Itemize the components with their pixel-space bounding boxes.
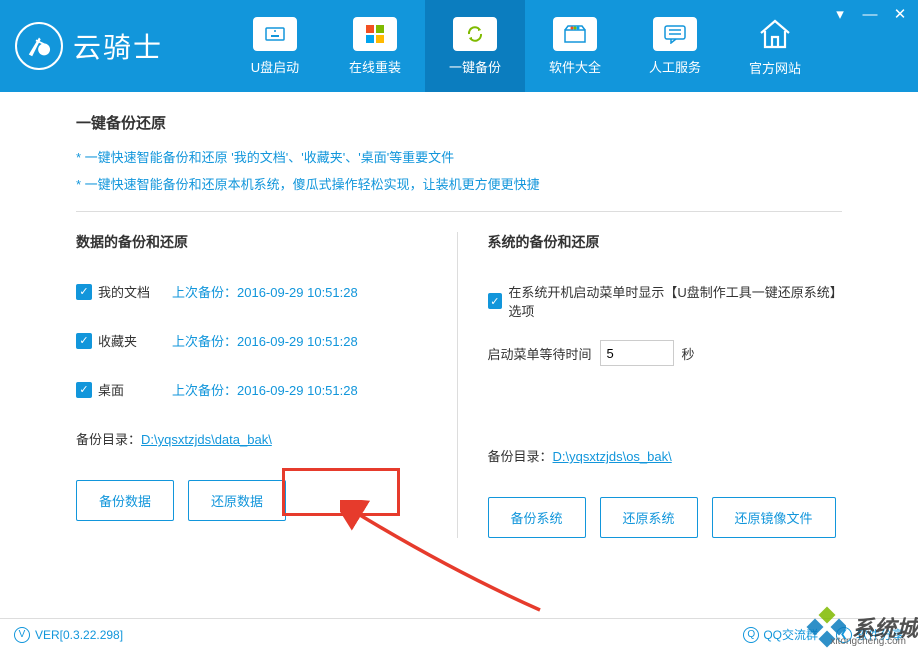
wait-unit: 秒 [682,344,695,363]
check-row-desktop: ✓ 桌面 上次备份：2016-09-29 10:51:28 [76,380,431,399]
nav-label: 软件大全 [549,57,601,76]
check-row-documents: ✓ 我的文档 上次备份：2016-09-29 10:51:28 [76,282,431,301]
page-title: 一键备份还原 [76,112,842,133]
nav-label: 在线重装 [349,57,401,76]
dir-label: 备份目录： [488,449,553,464]
main-content: 一键备份还原 * 一键快速智能备份和还原 '我的文档'、'收藏夹'、'桌面'等重… [0,92,918,538]
main-nav: U盘启动 在线重装 一键备份 软件大全 人工服务 官方网站 [225,0,825,92]
nav-software[interactable]: 软件大全 [525,0,625,92]
nav-label: 一键备份 [449,57,501,76]
boot-wait-row: 启动菜单等待时间 秒 [488,340,843,366]
checkbox-boot-menu[interactable]: ✓ [488,293,503,309]
system-backup-dir: 备份目录：D:\yqsxtzjds\os_bak\ [488,446,843,465]
backup-system-button[interactable]: 备份系统 [488,497,586,538]
usb-icon [253,17,297,51]
window-controls: ▾ — ✕ [830,4,910,24]
home-icon [755,16,795,52]
logo-area: 云骑士 [0,22,225,70]
system-backup-panel: 系统的备份和还原 ✓ 在系统开机启动菜单时显示【U盘制作工具一键还原系统】选项 … [488,232,843,538]
wait-label: 启动菜单等待时间 [488,344,592,363]
app-logo-icon [15,22,63,70]
backup-data-button[interactable]: 备份数据 [76,480,174,521]
last-backup-info: 上次备份：2016-09-29 10:51:28 [172,282,358,301]
intro-line-1: * 一键快速智能备份和还原 '我的文档'、'收藏夹'、'桌面'等重要文件 [76,147,842,166]
check-label: 我的文档 [98,282,158,301]
nav-label: 官方网站 [749,58,801,77]
panel-title: 系统的备份和还原 [488,232,843,252]
menu-button[interactable]: ▾ [830,4,850,24]
panel-title: 数据的备份和还原 [76,232,431,252]
dir-label: 备份目录： [76,432,141,447]
close-button[interactable]: ✕ [890,4,910,24]
check-row-favorites: ✓ 收藏夹 上次备份：2016-09-29 10:51:28 [76,331,431,350]
checkbox-favorites[interactable]: ✓ [76,333,92,349]
last-backup-info: 上次备份：2016-09-29 10:51:28 [172,380,358,399]
version-info[interactable]: V VER[0.3.22.298] [14,627,123,643]
minimize-button[interactable]: — [860,4,880,24]
check-label: 桌面 [98,380,158,399]
restore-system-button[interactable]: 还原系统 [600,497,698,538]
nav-usb-boot[interactable]: U盘启动 [225,0,325,92]
version-text: VER[0.3.22.298] [35,628,123,642]
data-backup-dir: 备份目录：D:\yqsxtzjds\data_bak\ [76,429,431,448]
nav-support[interactable]: 人工服务 [625,0,725,92]
last-backup-info: 上次备份：2016-09-29 10:51:28 [172,331,358,350]
box-icon [553,17,597,51]
check-row-boot-menu: ✓ 在系统开机启动菜单时显示【U盘制作工具一键还原系统】选项 [488,282,843,320]
app-name: 云骑士 [73,26,163,66]
refresh-icon [453,17,497,51]
nav-online-reinstall[interactable]: 在线重装 [325,0,425,92]
wait-time-input[interactable] [600,340,674,366]
nav-label: U盘启动 [251,57,299,76]
restore-image-button[interactable]: 还原镜像文件 [712,497,836,538]
qq-icon: Q [743,627,759,643]
data-backup-panel: 数据的备份和还原 ✓ 我的文档 上次备份：2016-09-29 10:51:28… [76,232,458,538]
data-dir-link[interactable]: D:\yqsxtzjds\data_bak\ [141,432,272,447]
checkbox-documents[interactable]: ✓ [76,284,92,300]
restore-data-button[interactable]: 还原数据 [188,480,286,521]
nav-label: 人工服务 [649,57,701,76]
nav-website[interactable]: 官方网站 [725,0,825,92]
check-label: 收藏夹 [98,331,158,350]
status-bar: V VER[0.3.22.298] Q QQ交流群 ❮ 软件分享 [0,618,918,650]
chat-icon [653,17,697,51]
intro-line-2: * 一键快速智能备份和还原本机系统，傻瓜式操作轻松实现，让装机更方便更快捷 [76,174,842,193]
version-icon: V [14,627,30,643]
windows-icon [353,17,397,51]
watermark-url: xitongcheng.com [830,636,906,647]
checkbox-desktop[interactable]: ✓ [76,382,92,398]
app-header: 云骑士 U盘启动 在线重装 一键备份 软件大全 人工服务 官方网站 ▾ — [0,0,918,92]
boot-menu-label: 在系统开机启动菜单时显示【U盘制作工具一键还原系统】选项 [508,282,842,320]
system-dir-link[interactable]: D:\yqsxtzjds\os_bak\ [553,449,672,464]
divider [76,211,842,212]
nav-one-click-backup[interactable]: 一键备份 [425,0,525,92]
